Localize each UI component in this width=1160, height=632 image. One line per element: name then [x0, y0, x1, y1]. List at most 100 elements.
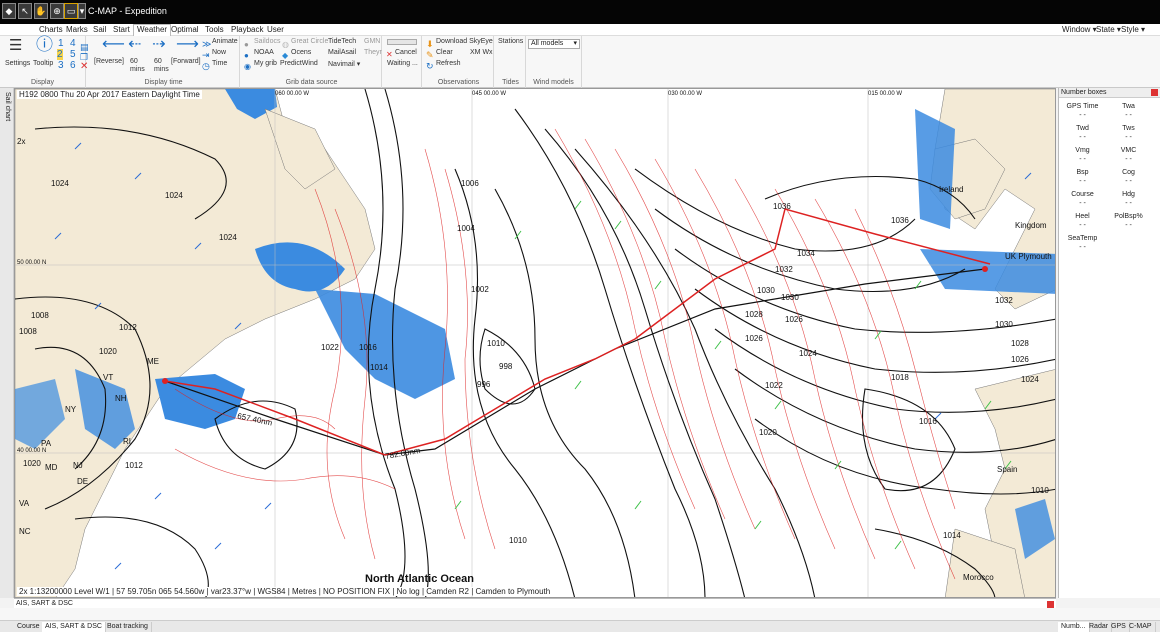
number-box-tws[interactable]: Tws - -: [1107, 124, 1150, 144]
number-box-cog[interactable]: Cog - -: [1107, 168, 1150, 188]
tides-group-label: Tides: [502, 79, 519, 86]
tooltip-button[interactable]: Tooltip: [33, 60, 53, 67]
tab-tools[interactable]: Tools: [202, 25, 227, 35]
great-circle-button[interactable]: Great Circle: [291, 38, 328, 45]
arrow-left-icon[interactable]: ⟵: [102, 37, 125, 53]
xm-wx-button[interactable]: XM Wx: [470, 49, 493, 56]
number-box-gps-time[interactable]: GPS Time - -: [1061, 102, 1104, 122]
display-3-button[interactable]: 3: [58, 60, 64, 71]
display-6-button[interactable]: 6: [70, 60, 76, 71]
number-box-vmc[interactable]: VMC - -: [1107, 146, 1150, 166]
mailasail-button[interactable]: MailAsail: [328, 49, 356, 56]
gmn-button[interactable]: GMN: [364, 38, 380, 45]
tab-charts[interactable]: Charts: [36, 25, 66, 35]
settings-button[interactable]: Settings: [5, 60, 30, 67]
tab-weather[interactable]: Weather: [133, 24, 172, 36]
isobar-label: 1012: [125, 461, 143, 470]
isobar-label: 1016: [359, 343, 377, 352]
navimail-button[interactable]: Navimail ▾: [328, 60, 360, 68]
map-canvas[interactable]: [15, 89, 1056, 598]
number-box-vmg[interactable]: Vmg - -: [1061, 146, 1104, 166]
number-box-twd[interactable]: Twd - -: [1061, 124, 1104, 144]
stations-button[interactable]: Stations: [498, 38, 523, 45]
tab-ais-sart-dsc[interactable]: AIS, SART & DSC: [42, 622, 106, 632]
arrow-right-icon[interactable]: ⟶: [176, 37, 199, 53]
hand-icon[interactable]: ✋: [34, 3, 48, 19]
predictwind-button[interactable]: PredictWind: [280, 60, 318, 67]
tab-cmap[interactable]: C-MAP: [1126, 622, 1156, 632]
display-2-button[interactable]: 2: [57, 49, 63, 60]
refresh-icon[interactable]: ↻: [426, 59, 434, 73]
quick-access-dropdown-icon[interactable]: ▾: [78, 3, 86, 19]
animate-button[interactable]: Animate: [212, 38, 238, 45]
tab-boat-tracking[interactable]: Boat tracking: [104, 622, 152, 632]
number-box-heel[interactable]: Heel - -: [1061, 212, 1104, 232]
tab-marks[interactable]: Marks: [63, 25, 91, 35]
time-button[interactable]: Time: [212, 60, 227, 67]
window-title: C-MAP - Expedition: [88, 6, 167, 16]
number-box-hdg[interactable]: Hdg - -: [1107, 190, 1150, 210]
tab-optimal[interactable]: Optimal: [168, 25, 202, 35]
sail-chart-side-tab[interactable]: Sail chart: [0, 88, 14, 598]
number-box-bsp[interactable]: Bsp - -: [1061, 168, 1104, 188]
style-menu[interactable]: Style ▾: [1121, 25, 1145, 34]
isobar-label: 1024: [219, 233, 237, 242]
isobar-label: 1014: [370, 363, 388, 372]
tab-start[interactable]: Start: [110, 25, 133, 35]
progress-bar: [387, 39, 417, 45]
download-skyeye-button[interactable]: Download SkyEye: [436, 38, 493, 45]
state-nc-label: NC: [19, 527, 31, 536]
cancel-button[interactable]: Cancel: [395, 49, 417, 56]
forward-60-button[interactable]: 60 mins: [154, 58, 169, 74]
my-grib-button[interactable]: My grib: [254, 60, 277, 67]
display-1-button[interactable]: 1: [58, 38, 64, 49]
zoom-icon[interactable]: ⊕: [50, 3, 64, 19]
observations-group-label: Observations: [437, 79, 480, 86]
back-60-button[interactable]: 60 mins: [130, 58, 145, 74]
isobar-label: 1032: [775, 265, 793, 274]
spain-label: Spain: [997, 465, 1018, 474]
display-4-button[interactable]: 4: [70, 38, 76, 49]
map-status-line: 2x 1:13200000 Level W/1 | 57 59.705n 065…: [17, 587, 553, 596]
tab-course[interactable]: Course: [14, 622, 44, 632]
folder-icon[interactable]: ▭: [64, 3, 78, 19]
theyr-button[interactable]: Theyr: [364, 49, 382, 56]
number-box-seatemp[interactable]: SeaTemp - -: [1061, 234, 1104, 254]
number-box-twa[interactable]: Twa - -: [1107, 102, 1150, 122]
ais-panel-body: [0, 608, 1160, 620]
noaa-button[interactable]: NOAA: [254, 49, 274, 56]
clock-icon[interactable]: ◷: [202, 59, 210, 73]
pointer-icon[interactable]: ↖: [18, 3, 32, 19]
step-back-icon[interactable]: ⇠: [128, 37, 141, 53]
isobar-label: 1020: [23, 459, 41, 468]
forward-button[interactable]: [Forward]: [171, 58, 201, 65]
refresh-button[interactable]: Refresh: [436, 60, 461, 67]
clear-button[interactable]: Clear: [436, 49, 453, 56]
number-box-polbsp[interactable]: PolBsp% - -: [1107, 212, 1150, 232]
settings-icon[interactable]: ☰: [9, 38, 22, 53]
close-icon[interactable]: [1047, 601, 1054, 608]
reverse-button[interactable]: [Reverse]: [94, 58, 124, 65]
window-menu[interactable]: Window ▾: [1062, 25, 1097, 34]
tidetech-button[interactable]: TideTech: [328, 38, 356, 45]
app-icon[interactable]: ◆: [2, 3, 16, 19]
close-icon[interactable]: [1151, 89, 1158, 96]
isobar-label: 1008: [31, 311, 49, 320]
info-icon[interactable]: ⓘ: [36, 36, 53, 53]
step-forward-icon[interactable]: ⇢: [152, 37, 165, 53]
state-menu[interactable]: State ▾: [1096, 25, 1121, 34]
wind-models-select[interactable]: All models ▾: [528, 39, 580, 49]
globe-icon[interactable]: ◉: [244, 60, 251, 74]
tab-number-boxes[interactable]: Numb...: [1058, 622, 1090, 632]
plymouth-label: UK Plymouth: [1005, 252, 1052, 261]
tab-sail[interactable]: Sail: [90, 25, 109, 35]
saildocs-button[interactable]: Saildocs: [254, 38, 280, 45]
isobar-label: 1034: [797, 249, 815, 258]
display-5-button[interactable]: 5: [70, 49, 76, 60]
chart-map[interactable]: H192 0800 Thu 20 Apr 2017 Eastern Daylig…: [14, 88, 1056, 598]
tab-user[interactable]: User: [264, 25, 287, 35]
ocens-button[interactable]: Ocens: [291, 49, 311, 56]
now-button[interactable]: Now: [212, 49, 226, 56]
tab-playback[interactable]: Playback: [228, 25, 266, 35]
number-box-course[interactable]: Course - -: [1061, 190, 1104, 210]
